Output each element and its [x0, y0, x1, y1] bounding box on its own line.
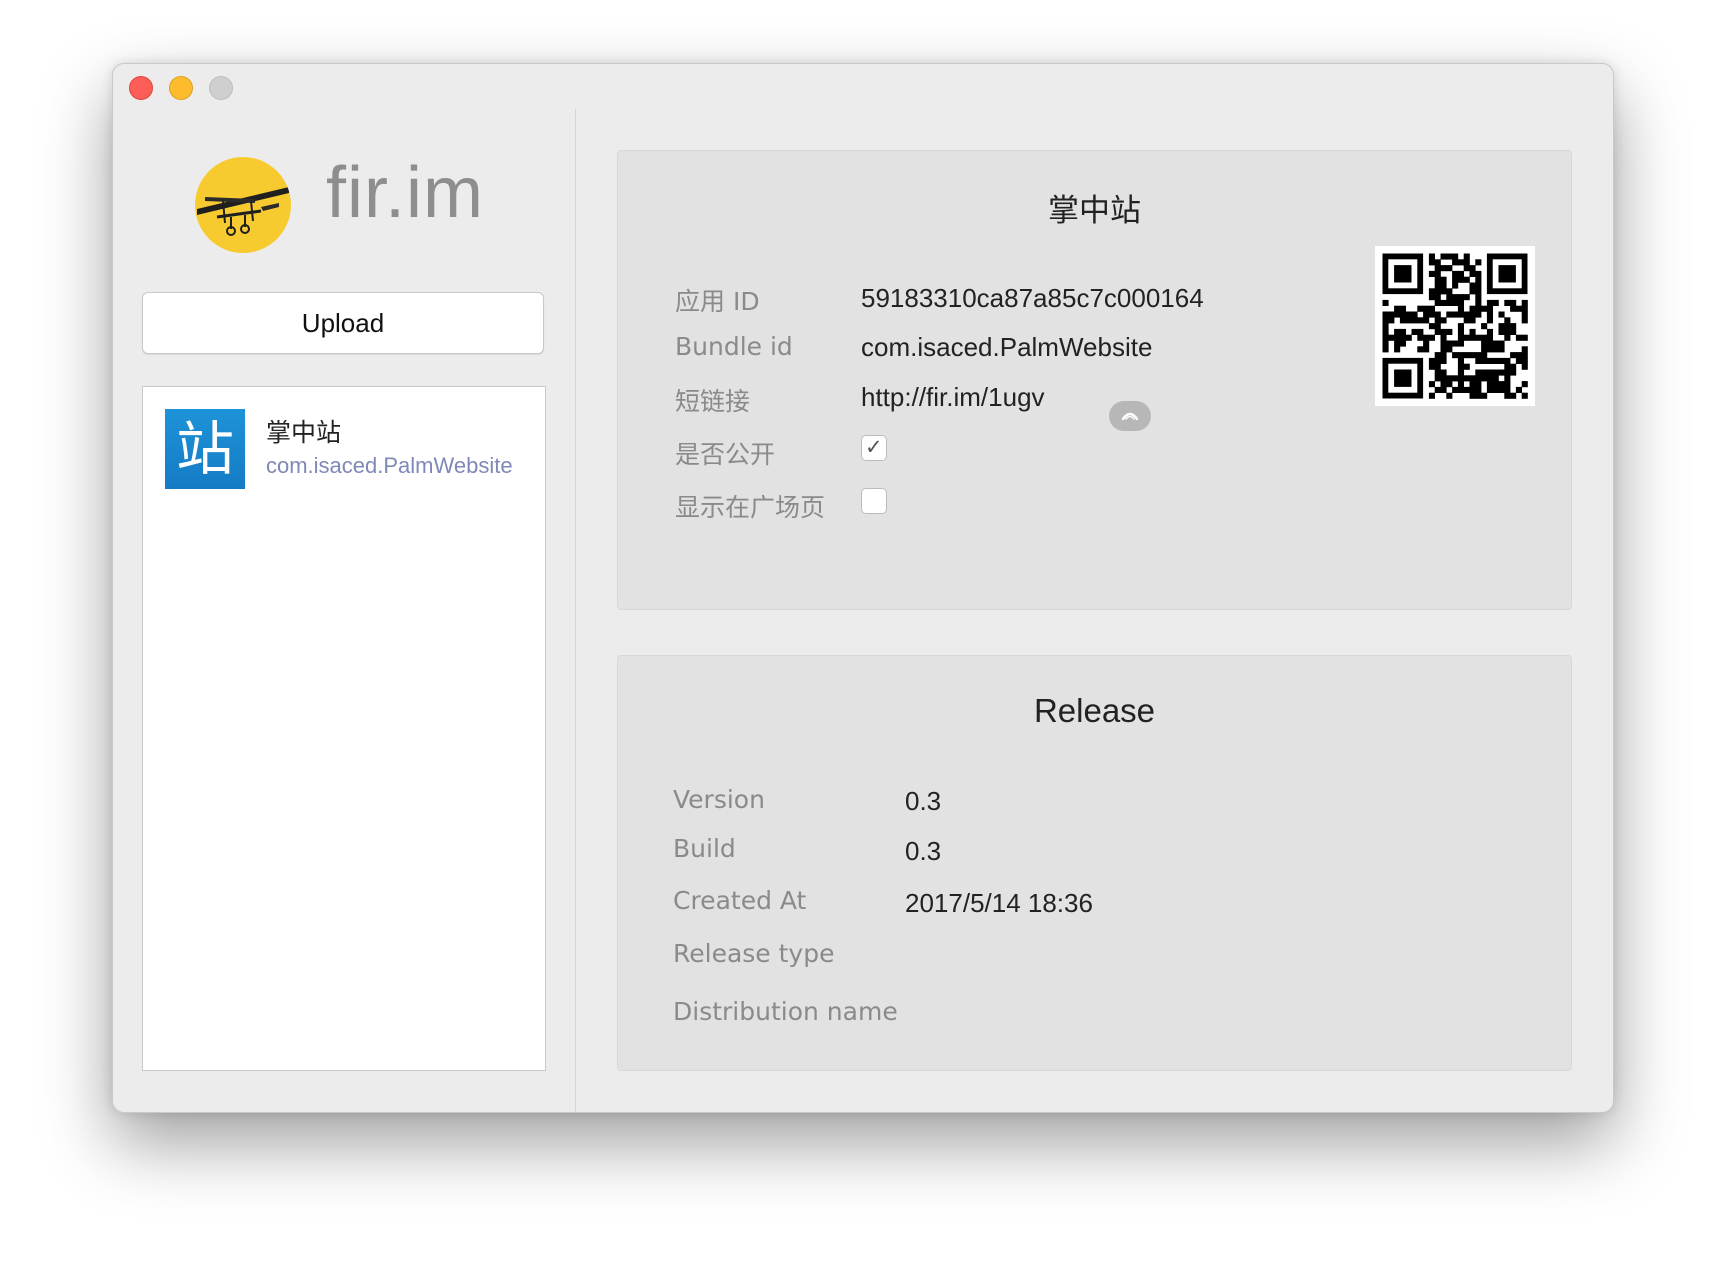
app-info-panel: 掌中站 应用 ID 59183310ca87a85c7c000164 Bundl… [617, 150, 1572, 610]
release-type-label: Release type [673, 939, 835, 968]
app-list-item-name: 掌中站 [266, 418, 342, 447]
distribution-name-label: Distribution name [673, 997, 898, 1026]
app-id-label: 应用 ID [675, 287, 760, 316]
bundle-id-value: com.isaced.PalmWebsite [861, 332, 1153, 362]
app-info-title: 掌中站 [1048, 193, 1141, 229]
logo-text: fir.im [326, 153, 484, 233]
app-list: 站 掌中站 com.isaced.PalmWebsite [142, 386, 546, 1071]
show-in-square-label: 显示在广场页 [675, 493, 826, 522]
app-list-item[interactable]: 站 掌中站 com.isaced.PalmWebsite [143, 387, 545, 497]
version-value: 0.3 [905, 786, 942, 816]
build-value: 0.3 [905, 836, 942, 866]
created-at-value: 2017/5/14 18:36 [905, 888, 1093, 918]
qr-code-graphic [1382, 253, 1528, 399]
link-icon [1121, 412, 1139, 421]
bundle-id-label: Bundle id [675, 332, 793, 361]
app-id-value: 59183310ca87a85c7c000164 [861, 283, 1204, 313]
app-list-item-bundle: com.isaced.PalmWebsite [266, 453, 513, 478]
copy-link-button[interactable] [1109, 401, 1151, 431]
zoom-window-button[interactable] [209, 76, 233, 100]
checkmark-icon: ✓ [865, 435, 883, 459]
qr-code-icon [1375, 246, 1535, 406]
created-at-label: Created At [673, 886, 807, 915]
app-window: fir.im Upload 站 掌中站 com.isaced.PalmWebsi… [112, 63, 1614, 1113]
app-icon: 站 [165, 409, 245, 489]
version-label: Version [673, 785, 765, 814]
close-window-button[interactable] [129, 76, 153, 100]
is-public-checkbox[interactable]: ✓ [861, 435, 887, 461]
short-link-value[interactable]: http://fir.im/1ugv [861, 382, 1045, 413]
upload-button[interactable]: Upload [142, 292, 544, 354]
biplane-icon [197, 187, 289, 236]
show-in-square-checkbox[interactable] [861, 488, 887, 514]
build-label: Build [673, 834, 736, 863]
sidebar-divider [575, 109, 576, 1112]
minimize-window-button[interactable] [169, 76, 193, 100]
release-title: Release [1033, 692, 1156, 729]
firim-logo-icon [195, 157, 291, 253]
is-public-label: 是否公开 [675, 440, 776, 469]
release-panel: Release Version 0.3 Build 0.3 Created At… [617, 655, 1572, 1071]
short-link-label: 短链接 [675, 387, 751, 416]
